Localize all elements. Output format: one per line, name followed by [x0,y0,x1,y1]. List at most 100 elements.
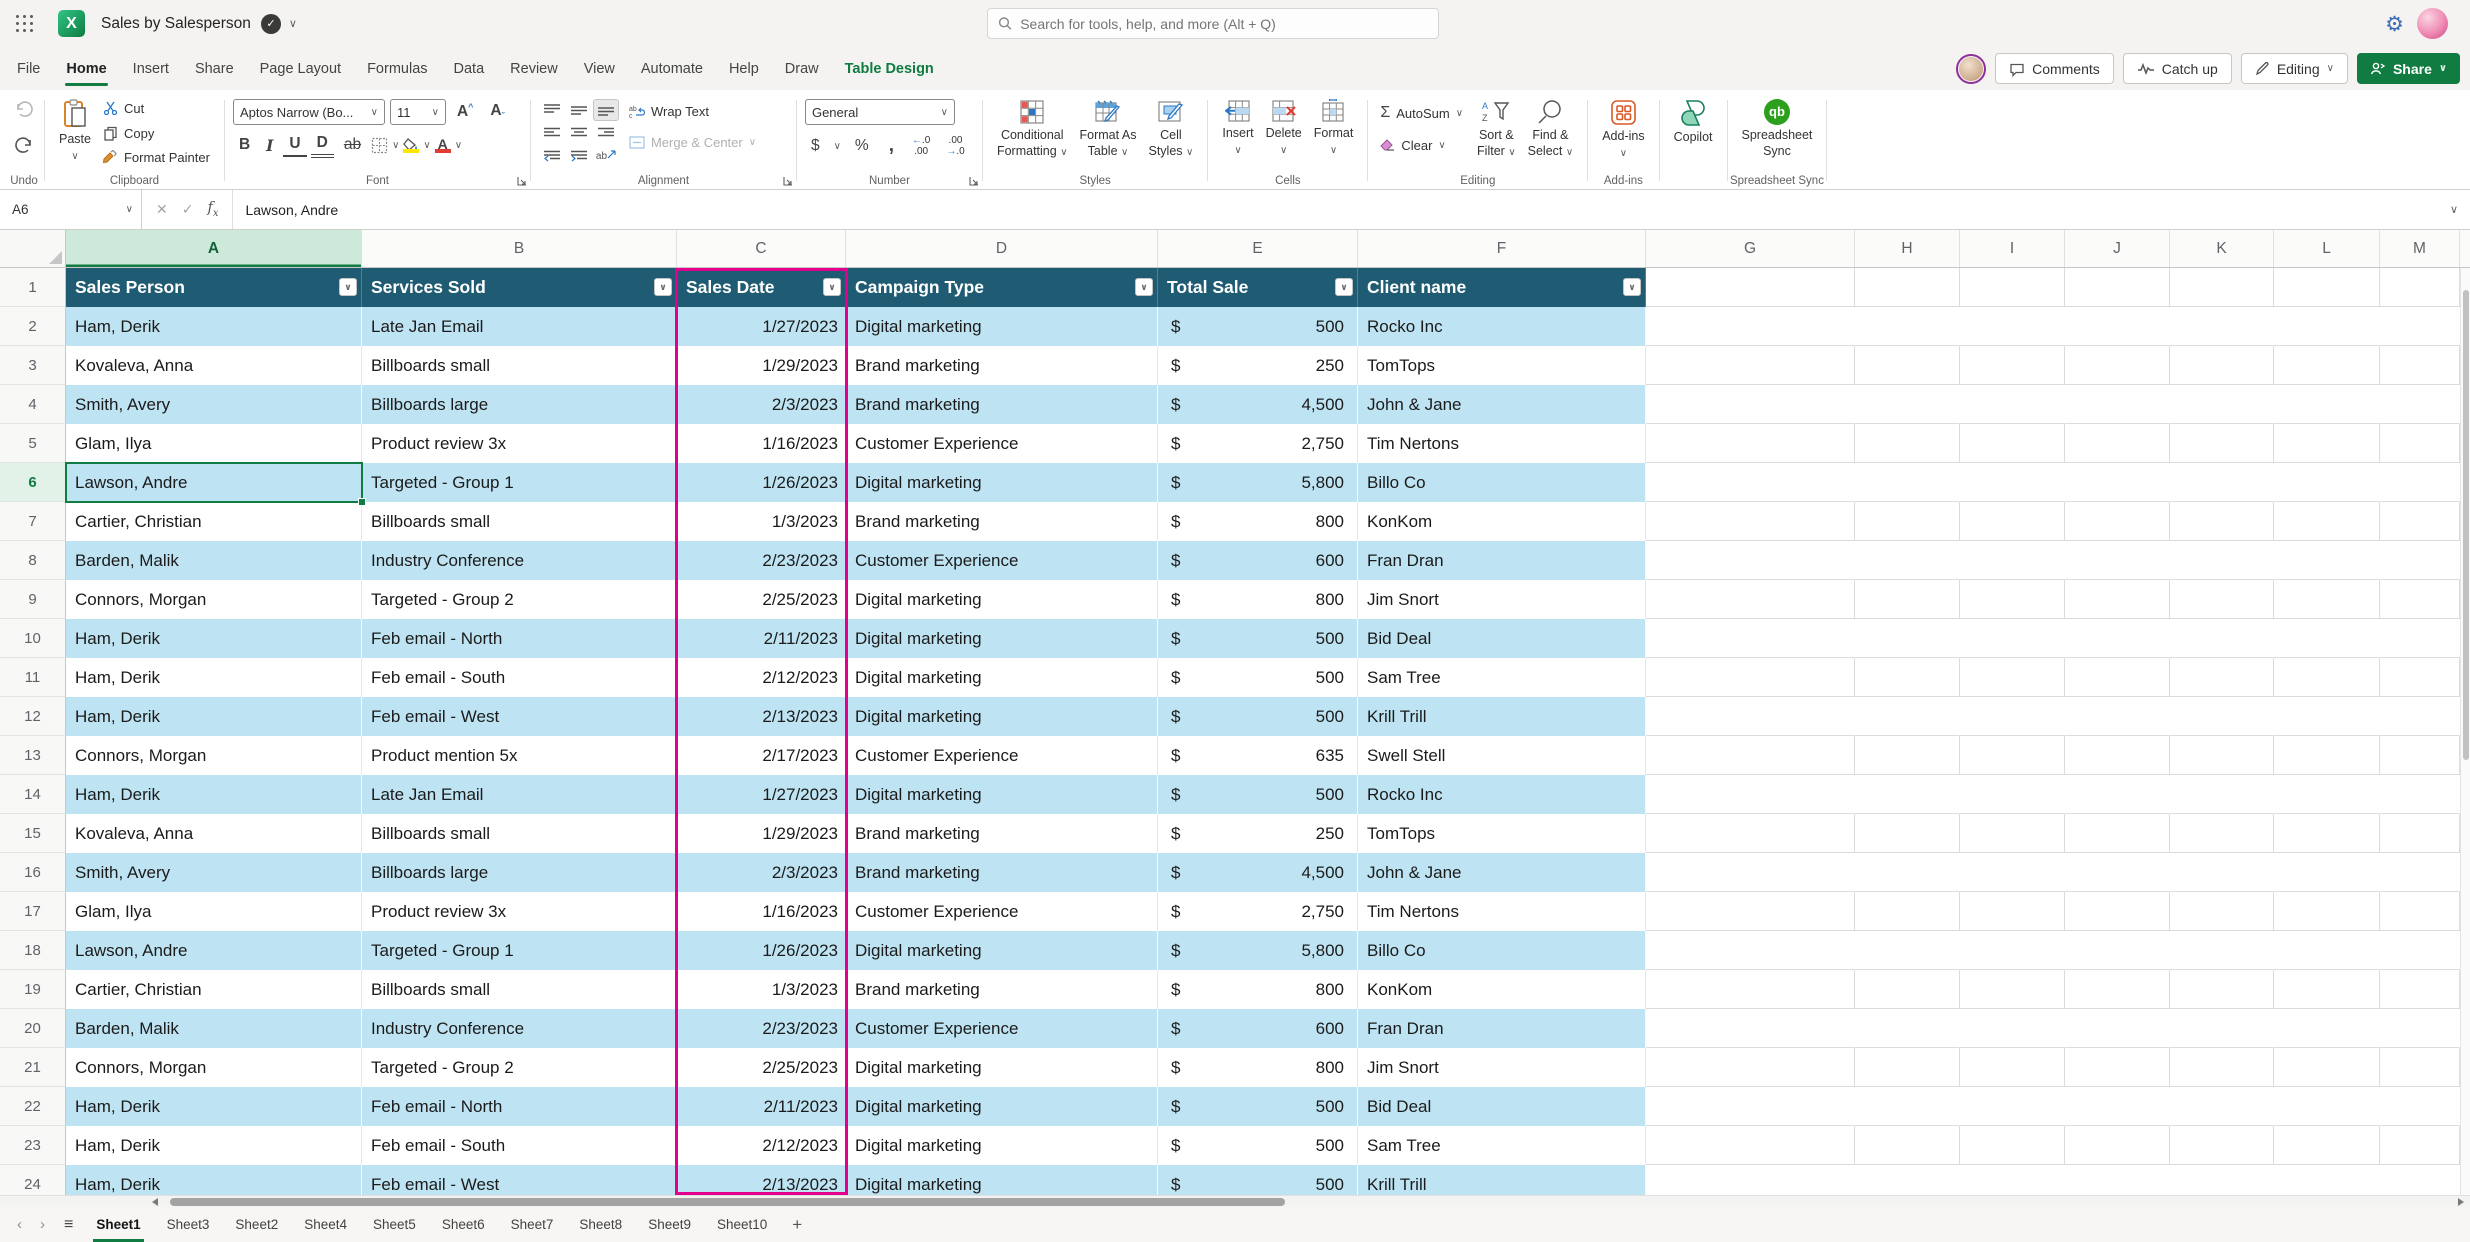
cell[interactable]: John & Jane [1358,385,1646,424]
column-header-F[interactable]: F [1358,230,1646,267]
cell[interactable]: Tim Nertons [1358,424,1646,463]
cell[interactable] [1855,1087,1960,1126]
column-header-L[interactable]: L [2274,230,2380,267]
all-sheets-menu-icon[interactable]: ≡ [54,1216,83,1234]
cell[interactable] [2380,541,2460,580]
cell[interactable]: Smith, Avery [66,853,362,892]
cell[interactable]: Feb email - South [362,658,677,697]
column-header-H[interactable]: H [1855,230,1960,267]
cell[interactable]: 2/3/2023 [677,853,846,892]
cell[interactable] [1646,346,1855,385]
row-header-21[interactable]: 21 [0,1048,66,1087]
cell[interactable] [2065,1165,2170,1195]
cell[interactable]: $5,800 [1158,463,1358,502]
cell[interactable] [2170,697,2274,736]
cell[interactable] [2274,541,2380,580]
cell[interactable] [2170,970,2274,1009]
cell[interactable]: Targeted - Group 1 [362,463,677,502]
cell[interactable] [1960,931,2065,970]
cell[interactable]: $800 [1158,970,1358,1009]
cell[interactable] [1855,580,1960,619]
cell[interactable] [1960,775,2065,814]
cell[interactable]: $250 [1158,346,1358,385]
cell[interactable]: Targeted - Group 1 [362,931,677,970]
cell[interactable] [2274,307,2380,346]
cell[interactable] [1646,697,1855,736]
cell[interactable] [2380,775,2460,814]
cell[interactable]: 2/25/2023 [677,580,846,619]
cell[interactable]: Connors, Morgan [66,736,362,775]
row-header-16[interactable]: 16 [0,853,66,892]
conditional-formatting-button[interactable]: ConditionalFormatting ∨ [991,96,1074,162]
cell[interactable] [2380,502,2460,541]
cell[interactable]: Digital marketing [846,1048,1158,1087]
increase-decimal-icon[interactable]: ←.0.00 [908,135,934,157]
select-all-corner[interactable] [0,230,66,267]
cell[interactable]: $800 [1158,580,1358,619]
cell[interactable] [1960,814,2065,853]
decrease-indent-icon[interactable] [539,145,565,167]
copilot-button[interactable]: Copilot [1668,96,1719,149]
share-button[interactable]: Share∨ [2357,53,2460,84]
cell[interactable]: Ham, Derik [66,307,362,346]
filter-button-icon[interactable]: ∨ [339,278,357,296]
number-format-select[interactable]: General∨ [805,99,955,125]
font-name-select[interactable]: Aptos Narrow (Bo...∨ [233,99,385,125]
currency-format-icon[interactable]: $ [805,135,826,157]
cell[interactable] [2274,1009,2380,1048]
cell[interactable] [1960,580,2065,619]
scroll-left-icon[interactable] [152,1198,158,1206]
cell[interactable] [2065,268,2170,307]
cell[interactable] [1646,736,1855,775]
cell[interactable]: 2/25/2023 [677,1048,846,1087]
row-header-6[interactable]: 6 [0,463,66,502]
cell[interactable]: Brand marketing [846,853,1158,892]
cell[interactable] [2065,619,2170,658]
spreadsheet-sync-button[interactable]: qb SpreadsheetSync [1736,96,1819,162]
column-header-D[interactable]: D [846,230,1158,267]
row-header-14[interactable]: 14 [0,775,66,814]
cell[interactable] [1960,502,2065,541]
paste-button[interactable]: Paste∨ [53,96,97,166]
cell[interactable] [1960,736,2065,775]
row-header-9[interactable]: 9 [0,580,66,619]
cell[interactable]: Late Jan Email [362,307,677,346]
cell[interactable]: 2/12/2023 [677,1126,846,1165]
cell[interactable] [1960,619,2065,658]
vertical-scrollbar-thumb[interactable] [2463,290,2469,760]
cell[interactable] [2170,736,2274,775]
cell[interactable] [2274,1165,2380,1195]
cell[interactable] [2065,1009,2170,1048]
prev-sheet-icon[interactable]: ‹ [8,1216,31,1233]
cell[interactable] [1646,892,1855,931]
cell[interactable] [2065,385,2170,424]
sheet-tab-sheet9[interactable]: Sheet9 [635,1207,704,1242]
table-column-header[interactable]: Client name∨ [1358,268,1646,307]
find-select-button[interactable]: Find &Select ∨ [1522,96,1580,162]
cell[interactable]: Brand marketing [846,970,1158,1009]
cell[interactable] [2170,346,2274,385]
cell[interactable]: $4,500 [1158,853,1358,892]
cell[interactable] [1960,268,2065,307]
cell[interactable] [2380,619,2460,658]
cell[interactable] [2380,658,2460,697]
cell[interactable]: Brand marketing [846,346,1158,385]
cell[interactable]: Lawson, Andre [66,931,362,970]
cell[interactable] [2065,775,2170,814]
cell[interactable] [1960,463,2065,502]
sheet-tab-sheet1[interactable]: Sheet1 [83,1207,153,1242]
cell[interactable]: Billboards small [362,814,677,853]
cell[interactable]: Kovaleva, Anna [66,814,362,853]
cell[interactable]: Kovaleva, Anna [66,346,362,385]
cell[interactable]: Feb email - West [362,1165,677,1195]
cell[interactable] [1855,1126,1960,1165]
cell[interactable]: Product review 3x [362,892,677,931]
filter-button-icon[interactable]: ∨ [823,278,841,296]
cell[interactable] [2274,346,2380,385]
cell[interactable] [1855,814,1960,853]
cell[interactable] [1646,853,1855,892]
merge-center-button[interactable]: Merge & Center∨ [625,133,760,152]
cell[interactable]: Customer Experience [846,892,1158,931]
menu-tab-share[interactable]: Share [182,47,247,90]
cell[interactable] [2170,892,2274,931]
